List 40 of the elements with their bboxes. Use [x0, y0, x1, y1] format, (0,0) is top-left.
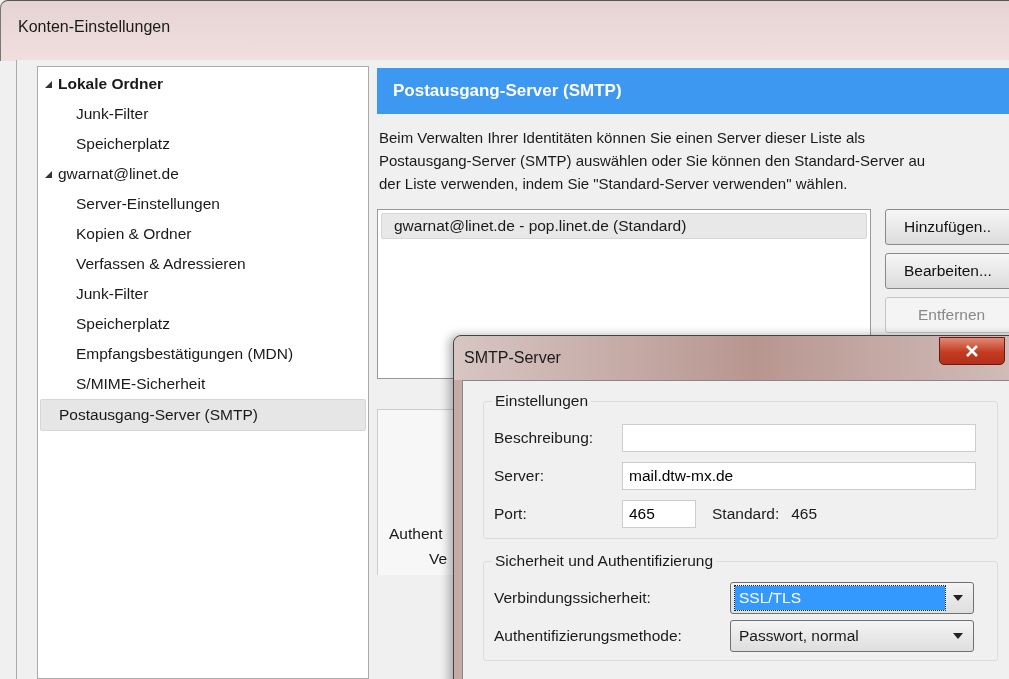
tree-item[interactable]: Empfangsbestätigungen (MDN)	[40, 339, 366, 369]
tree-item[interactable]: Kopien & Ordner	[40, 219, 366, 249]
tree-item[interactable]: Speicherplatz	[40, 129, 366, 159]
tree-item[interactable]: Postausgang-Server (SMTP)	[40, 399, 366, 431]
port-field[interactable]: 465	[622, 500, 696, 528]
field-label: Port:	[494, 505, 528, 523]
expander-icon[interactable]	[44, 80, 52, 88]
default-label: Standard:	[712, 505, 780, 523]
field-label: Server:	[494, 467, 545, 485]
tree-item[interactable]: S/MIME-Sicherheit	[40, 369, 366, 399]
text-field[interactable]	[622, 424, 976, 452]
tree-item[interactable]: Speicherplatz	[40, 309, 366, 339]
tree-item[interactable]: gwarnat@linet.de	[40, 159, 366, 189]
caret-icon	[953, 633, 963, 639]
dialog-title: SMTP-Server	[464, 349, 561, 367]
panel-button[interactable]: Hinzufügen..	[885, 209, 1009, 245]
tree-item[interactable]: Verfassen & Adressieren	[40, 249, 366, 279]
tree-item[interactable]: Junk-Filter	[40, 99, 366, 129]
tree-item[interactable]: Lokale Ordner	[40, 69, 366, 99]
caret-icon	[953, 595, 963, 601]
field-label: Beschreibung:	[494, 429, 595, 447]
field-label: Verbindungssicherheit:	[494, 589, 652, 607]
text-field[interactable]: mail.dtw-mx.de	[622, 462, 976, 490]
description-text: Beim Verwalten Ihrer Identitäten können Sie einen Server dieser Liste als Postausgang-Server (SMTP) auswählen oder Sie können den Standard-Server au der Liste verwenden, indem Sie "Standard-Server verwenden" wählen.	[378, 128, 927, 194]
close-icon	[965, 345, 979, 357]
detail-label: Ve	[429, 550, 448, 568]
dropdown[interactable]: Passwort, normal	[730, 620, 974, 652]
group-title: Einstellungen	[492, 392, 592, 410]
expander-icon[interactable]	[44, 170, 52, 178]
panel-header: Postausgang-Server (SMTP)	[377, 68, 1009, 114]
group-title: Sicherheit und Authentifizierung	[492, 552, 716, 570]
tree-item[interactable]: Server-Einstellungen	[40, 189, 366, 219]
field-label: Authentifizierungsmethode:	[494, 627, 683, 645]
window-title: Konten-Einstellungen	[18, 18, 171, 36]
server-list-item[interactable]: gwarnat@linet.de - pop.linet.de (Standard)	[381, 213, 867, 239]
panel-button[interactable]: Bearbeiten...	[885, 253, 1009, 289]
close-button[interactable]	[939, 337, 1005, 365]
default-value: 465	[791, 505, 818, 523]
tree-item[interactable]: Junk-Filter	[40, 279, 366, 309]
detail-label: Authent	[389, 525, 443, 543]
